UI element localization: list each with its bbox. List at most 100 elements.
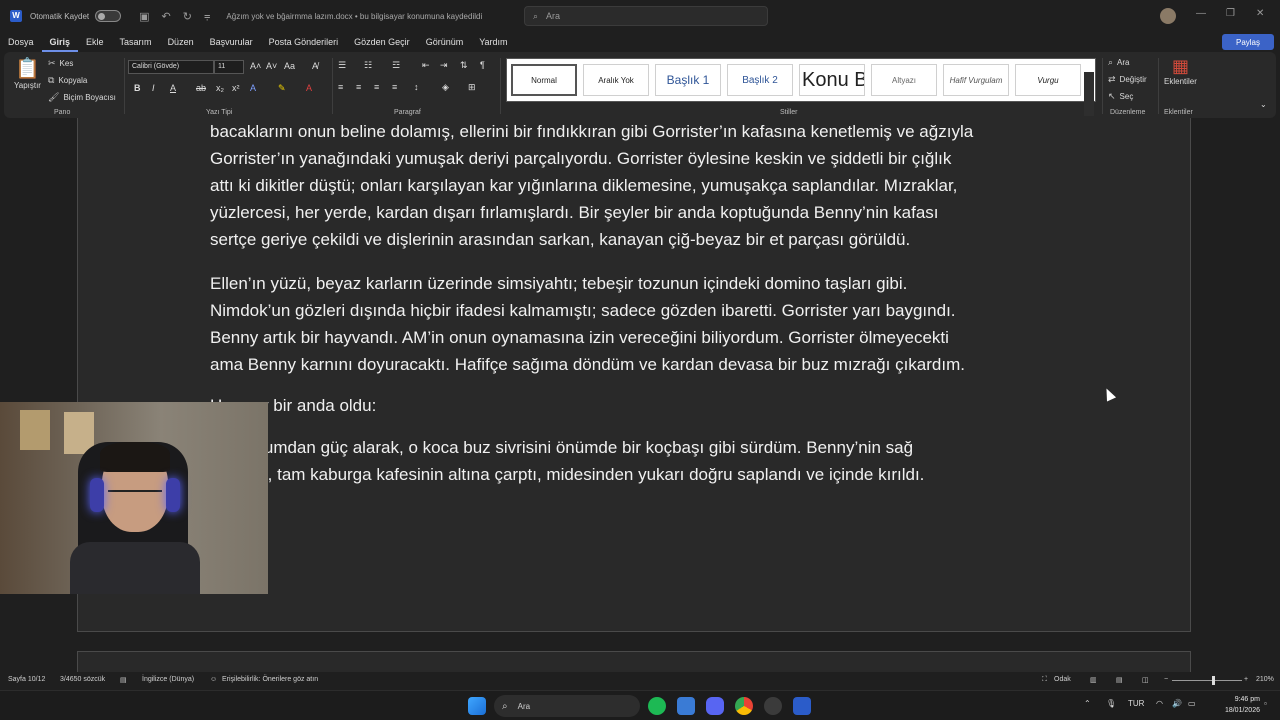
battery-icon[interactable]: ▭ (1188, 699, 1196, 708)
customize-qat-icon[interactable]: ⩦ (204, 10, 210, 23)
chrome-icon[interactable] (735, 697, 753, 715)
find-button[interactable]: ⌕ Ara (1108, 57, 1130, 68)
font-size-select[interactable]: 11 (214, 60, 244, 74)
numbering-icon[interactable]: ☷ (364, 60, 372, 71)
clear-format-icon[interactable]: A̸ (312, 61, 318, 71)
sort-icon[interactable]: ⇅ (460, 60, 468, 71)
read-mode-icon[interactable]: ▥ (1090, 676, 1097, 684)
app-icon[interactable] (677, 697, 695, 715)
paragraph-2[interactable]: Ellen’ın yüzü, beyaz karların üzerinde s… (210, 270, 1070, 378)
notifications-icon[interactable]: ▫ (1264, 699, 1267, 708)
close-icon[interactable]: ✕ (1256, 8, 1264, 19)
justify-icon[interactable]: ≡ (392, 82, 397, 92)
accessibility-status[interactable]: Erişilebilirlik: Önerilere göz atın (222, 676, 318, 683)
style-subtle-emphasis[interactable]: Hafif Vurgulam (943, 64, 1009, 96)
page-count[interactable]: Sayfa 10/12 (8, 676, 45, 683)
proofing-icon[interactable]: ▤ (120, 676, 127, 684)
style-title[interactable]: Konu B (799, 64, 865, 96)
zoom-slider[interactable] (1172, 680, 1242, 681)
zoom-out-icon[interactable]: − (1164, 676, 1168, 683)
input-language[interactable]: TUR (1128, 699, 1144, 708)
multilevel-list-icon[interactable]: ☲ (392, 60, 400, 71)
tab-layout[interactable]: Düzen (160, 32, 202, 52)
word-icon[interactable] (793, 697, 811, 715)
focus-mode[interactable]: Odak (1054, 676, 1071, 683)
zoom-slider-handle[interactable] (1212, 676, 1215, 685)
addins-button[interactable]: ▦ Eklentiler (1164, 56, 1197, 86)
format-painter-button[interactable]: 🖌 Biçim Boyacısı (48, 92, 116, 103)
user-avatar[interactable] (1160, 8, 1176, 24)
style-heading-1[interactable]: Başlık 1 (655, 64, 721, 96)
microphone-icon[interactable]: 🎙 (1106, 699, 1116, 708)
style-subtitle[interactable]: Altyazı (871, 64, 937, 96)
underline-icon[interactable]: A (170, 83, 176, 93)
taskbar-search[interactable]: ⌕ Ara (494, 695, 640, 717)
start-icon[interactable] (468, 697, 486, 715)
decrease-indent-icon[interactable]: ⇤ (422, 60, 430, 71)
shrink-font-icon[interactable]: A˅ (266, 61, 277, 71)
collapse-ribbon-icon[interactable]: ⌄ (1260, 100, 1267, 109)
autosave-toggle[interactable] (95, 10, 122, 22)
tab-insert[interactable]: Ekle (78, 32, 112, 52)
change-case-icon[interactable]: Aa (284, 61, 295, 71)
spotify-icon[interactable] (648, 697, 666, 715)
paragraph-3[interactable]: Her şey bir anda oldu: (210, 392, 1070, 419)
wifi-icon[interactable]: ◠ (1156, 699, 1163, 708)
paragraph-1[interactable]: bacaklarını onun beline dolamış, ellerin… (210, 118, 1070, 253)
paragraph-4[interactable]: Korkuğumdan güç alarak, o koca buz sivri… (210, 434, 1070, 488)
share-button[interactable]: Paylaş (1222, 34, 1274, 50)
app-icon[interactable] (764, 697, 782, 715)
replace-button[interactable]: ⇄ Değiştir (1108, 74, 1147, 85)
align-center-icon[interactable]: ≡ (356, 82, 361, 92)
cut-button[interactable]: ✂ Kes (48, 58, 73, 69)
print-layout-icon[interactable]: ▤ (1116, 676, 1123, 684)
increase-indent-icon[interactable]: ⇥ (440, 60, 448, 71)
shading-icon[interactable]: ◈ (442, 82, 449, 93)
borders-icon[interactable]: ⊞ (468, 82, 476, 93)
style-heading-2[interactable]: Başlık 2 (727, 64, 793, 96)
undo-icon[interactable]: ↶ (162, 10, 171, 23)
tab-help[interactable]: Yardım (471, 32, 515, 52)
font-color-icon[interactable]: A (306, 83, 312, 93)
style-emphasis[interactable]: Vurgu (1015, 64, 1081, 96)
styles-scroll[interactable] (1084, 72, 1094, 116)
pilcrow-icon[interactable]: ¶ (480, 60, 485, 70)
grow-font-icon[interactable]: A˄ (250, 61, 261, 71)
style-no-spacing[interactable]: Aralık Yok (583, 64, 649, 96)
minimize-icon[interactable]: — (1196, 8, 1206, 19)
tab-references[interactable]: Başvurular (202, 32, 261, 52)
tray-overflow-icon[interactable]: ⌃ (1084, 699, 1091, 708)
web-layout-icon[interactable]: ◫ (1142, 676, 1149, 684)
discord-icon[interactable] (706, 697, 724, 715)
align-left-icon[interactable]: ≡ (338, 82, 343, 92)
zoom-level[interactable]: 210% (1256, 676, 1274, 683)
italic-icon[interactable]: I (152, 83, 155, 93)
copy-button[interactable]: ⧉ Kopyala (48, 75, 87, 86)
zoom-in-icon[interactable]: + (1244, 676, 1248, 683)
highlight-icon[interactable]: ✎ (278, 83, 286, 94)
tab-file[interactable]: Dosya (0, 32, 42, 52)
font-name-select[interactable]: Calibri (Gövde) (128, 60, 214, 74)
tab-mailings[interactable]: Posta Gönderileri (261, 32, 347, 52)
language[interactable]: İngilizce (Dünya) (142, 676, 194, 683)
title-search-box[interactable]: ⌕ Ara (524, 6, 768, 26)
save-icon[interactable]: ▣ (139, 10, 149, 23)
strikethrough-icon[interactable]: ab (196, 83, 206, 93)
subscript-icon[interactable]: x₂ (216, 83, 224, 93)
superscript-icon[interactable]: x² (232, 83, 240, 93)
select-button[interactable]: ↖ Seç (1108, 91, 1133, 102)
tab-view[interactable]: Görünüm (418, 32, 472, 52)
word-count[interactable]: 3/4650 sözcük (60, 676, 105, 683)
bullets-icon[interactable]: ☰ (338, 60, 346, 71)
bold-icon[interactable]: B (134, 83, 141, 93)
tab-home[interactable]: Giriş (41, 32, 79, 52)
clock[interactable]: 9:46 pm 18/01/2026 (1206, 694, 1260, 716)
tab-design[interactable]: Tasarım (112, 32, 160, 52)
line-spacing-icon[interactable]: ↕ (414, 82, 419, 92)
volume-icon[interactable]: 🔊 (1172, 699, 1182, 708)
align-right-icon[interactable]: ≡ (374, 82, 379, 92)
redo-icon[interactable]: ↻ (183, 10, 192, 23)
maximize-icon[interactable]: ❐ (1226, 8, 1235, 19)
style-normal[interactable]: Normal (511, 64, 577, 96)
tab-review[interactable]: Gözden Geçir (346, 32, 418, 52)
